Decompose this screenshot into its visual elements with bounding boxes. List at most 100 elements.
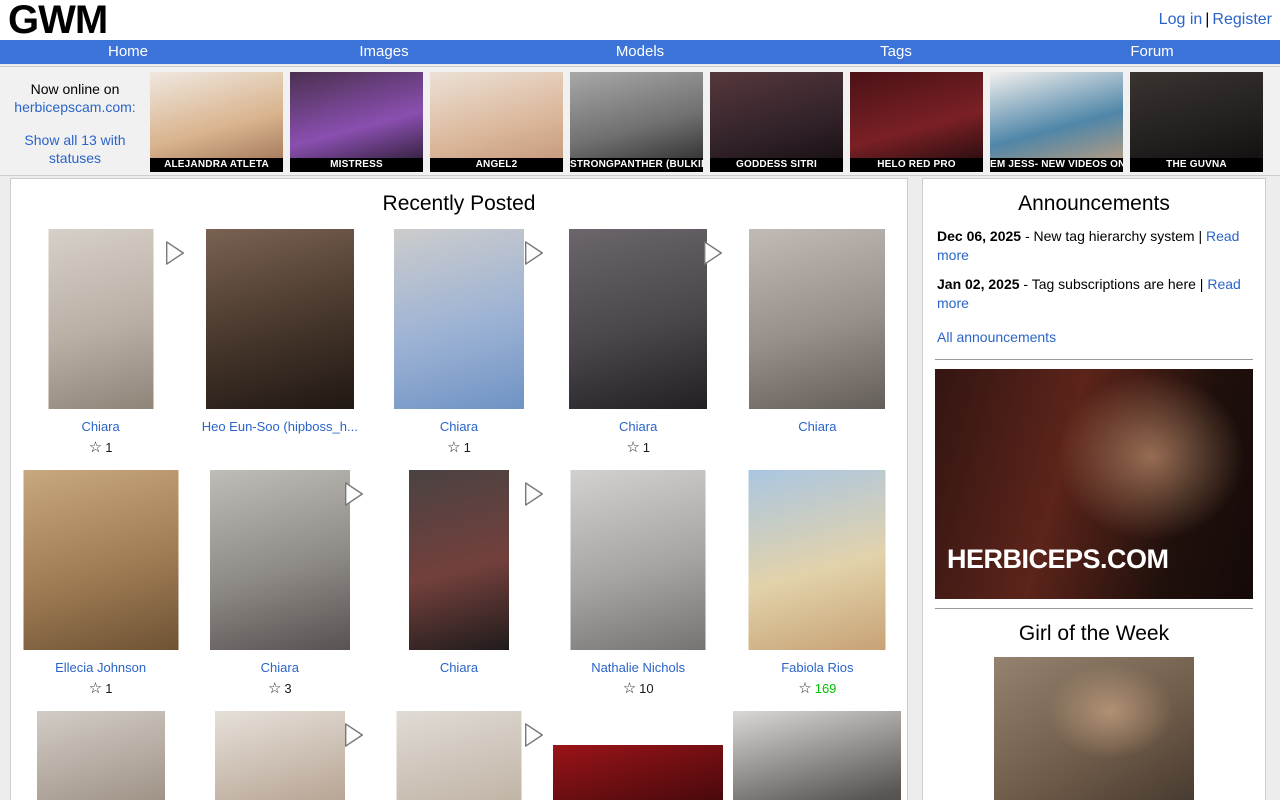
online-thumbs: ALEJANDRA ATLETA MISTRESS ANGEL2 STRONGP… bbox=[150, 72, 1270, 172]
online-intro-text: Now online on bbox=[31, 81, 120, 97]
model-name-link[interactable]: Ellecia Johnson bbox=[11, 660, 190, 675]
image-card: Chiara bbox=[369, 468, 548, 697]
online-model-name: ANGEL2 bbox=[430, 158, 563, 172]
thumbnail[interactable] bbox=[728, 709, 907, 800]
auth-links: Log in|Register bbox=[1159, 11, 1274, 29]
thumbnail-image bbox=[23, 470, 178, 650]
online-intro: Now online on herbicepscam.com: Show all… bbox=[0, 72, 150, 167]
thumbnail-image bbox=[749, 470, 886, 650]
online-model-name: MISTRESS bbox=[290, 158, 423, 172]
girl-of-week-image[interactable] bbox=[994, 657, 1194, 800]
herbicepscam-link[interactable]: herbicepscam.com: bbox=[14, 99, 135, 115]
online-model-thumb[interactable]: GODDESS SITRI bbox=[710, 72, 843, 172]
model-name-link[interactable]: Chiara bbox=[728, 419, 907, 434]
star-count: 1 bbox=[464, 440, 471, 455]
thumbnail-image bbox=[396, 711, 521, 800]
thumbnail[interactable] bbox=[11, 468, 190, 653]
announcements-title: Announcements bbox=[935, 192, 1253, 216]
play-icon bbox=[522, 480, 546, 508]
star-rating: ☆10 bbox=[549, 679, 728, 697]
nav-item-models[interactable]: Models bbox=[512, 40, 768, 64]
model-name-link[interactable]: Heo Eun-Soo (hipboss_h... bbox=[190, 419, 369, 434]
image-card: Heo Eun-Soo (hipboss_h... bbox=[190, 227, 369, 456]
model-name-link[interactable]: Chiara bbox=[190, 660, 369, 675]
main-nav: HomeImagesModelsTagsForum bbox=[0, 40, 1280, 64]
star-rating: ☆1 bbox=[549, 438, 728, 456]
online-model-thumb[interactable]: EM JESS- NEW VIDEOS ON bbox=[990, 72, 1123, 172]
image-card bbox=[728, 709, 907, 800]
star-rating: ☆169 bbox=[728, 679, 907, 697]
thumbnail[interactable] bbox=[190, 227, 369, 412]
online-model-thumb[interactable]: ANGEL2 bbox=[430, 72, 563, 172]
play-icon bbox=[163, 239, 187, 267]
nav-item-home[interactable]: Home bbox=[0, 40, 256, 64]
thumbnail[interactable] bbox=[549, 709, 728, 800]
star-icon: ☆ bbox=[89, 680, 102, 697]
login-link[interactable]: Log in bbox=[1159, 11, 1203, 28]
site-logo[interactable]: GWM bbox=[6, 1, 107, 39]
star-icon: ☆ bbox=[798, 680, 811, 697]
star-icon: ☆ bbox=[623, 680, 636, 697]
online-model-thumb[interactable]: MISTRESS bbox=[290, 72, 423, 172]
announcement-item: Jan 02, 2025 - Tag subscriptions are her… bbox=[937, 275, 1251, 313]
online-model-thumb[interactable]: HELO RED PRO bbox=[850, 72, 983, 172]
thumbnail-image bbox=[215, 711, 345, 800]
thumbnail[interactable] bbox=[728, 468, 907, 653]
announcement-text: - Tag subscriptions are here | bbox=[1020, 276, 1208, 292]
thumbnail[interactable] bbox=[549, 468, 728, 653]
online-model-name: STRONGPANTHER (BULKIN bbox=[570, 158, 703, 172]
announcement-list: Dec 06, 2025 - New tag hierarchy system … bbox=[935, 227, 1253, 313]
online-model-image bbox=[710, 72, 843, 172]
play-icon bbox=[342, 721, 366, 749]
thumbnail[interactable] bbox=[549, 227, 728, 412]
thumbnail-image bbox=[571, 470, 706, 650]
show-all-link[interactable]: Show all 13 with statuses bbox=[24, 132, 125, 166]
divider bbox=[935, 608, 1253, 609]
model-name-link[interactable]: Chiara bbox=[369, 660, 548, 675]
model-name-link[interactable]: Fabiola Rios bbox=[728, 660, 907, 675]
thumbnail[interactable] bbox=[11, 709, 190, 800]
online-model-image bbox=[290, 72, 423, 172]
star-icon: ☆ bbox=[626, 439, 639, 456]
thumbnail-image bbox=[409, 470, 509, 650]
online-model-thumb[interactable]: ALEJANDRA ATLETA bbox=[150, 72, 283, 172]
model-name-link[interactable]: Nathalie Nichols bbox=[549, 660, 728, 675]
content-area: Recently Posted Chiara ☆1 Heo Eun-Soo (h… bbox=[0, 176, 1280, 800]
model-name-link[interactable]: Chiara bbox=[11, 419, 190, 434]
thumbnail[interactable] bbox=[11, 227, 190, 412]
online-strip: Now online on herbicepscam.com: Show all… bbox=[0, 66, 1280, 176]
image-card: Chiara ☆1 bbox=[549, 227, 728, 456]
image-card bbox=[549, 709, 728, 800]
star-count: 3 bbox=[284, 681, 291, 696]
thumbnail[interactable] bbox=[190, 468, 369, 653]
herbiceps-banner[interactable]: HERBICEPS.COM bbox=[935, 369, 1253, 599]
image-card: Chiara ☆1 bbox=[369, 227, 548, 456]
thumbnail[interactable] bbox=[369, 227, 548, 412]
announcement-item: Dec 06, 2025 - New tag hierarchy system … bbox=[937, 227, 1251, 265]
thumbnail[interactable] bbox=[369, 468, 548, 653]
model-name-link[interactable]: Chiara bbox=[369, 419, 548, 434]
star-count: 1 bbox=[105, 440, 112, 455]
play-icon bbox=[522, 721, 546, 749]
online-model-thumb[interactable]: THE GUVNA bbox=[1130, 72, 1263, 172]
online-model-image bbox=[430, 72, 563, 172]
model-name-link[interactable]: Chiara bbox=[549, 419, 728, 434]
thumbnail-image bbox=[749, 229, 885, 409]
thumbnail[interactable] bbox=[728, 227, 907, 412]
thumbnail[interactable] bbox=[190, 709, 369, 800]
star-icon: ☆ bbox=[89, 439, 102, 456]
image-card: Ellecia Johnson ☆1 bbox=[11, 468, 190, 697]
thumbnail[interactable] bbox=[369, 709, 548, 800]
image-grid: Chiara ☆1 Heo Eun-Soo (hipboss_h... Chia… bbox=[11, 227, 907, 800]
announcement-text: - New tag hierarchy system | bbox=[1021, 228, 1206, 244]
image-card: Chiara ☆3 bbox=[190, 468, 369, 697]
all-announcements-link[interactable]: All announcements bbox=[937, 329, 1251, 345]
online-model-thumb[interactable]: STRONGPANTHER (BULKIN bbox=[570, 72, 703, 172]
nav-item-tags[interactable]: Tags bbox=[768, 40, 1024, 64]
image-card bbox=[190, 709, 369, 800]
register-link[interactable]: Register bbox=[1212, 11, 1272, 28]
online-model-image bbox=[990, 72, 1123, 172]
nav-item-forum[interactable]: Forum bbox=[1024, 40, 1280, 64]
star-count: 10 bbox=[639, 681, 653, 696]
nav-item-images[interactable]: Images bbox=[256, 40, 512, 64]
